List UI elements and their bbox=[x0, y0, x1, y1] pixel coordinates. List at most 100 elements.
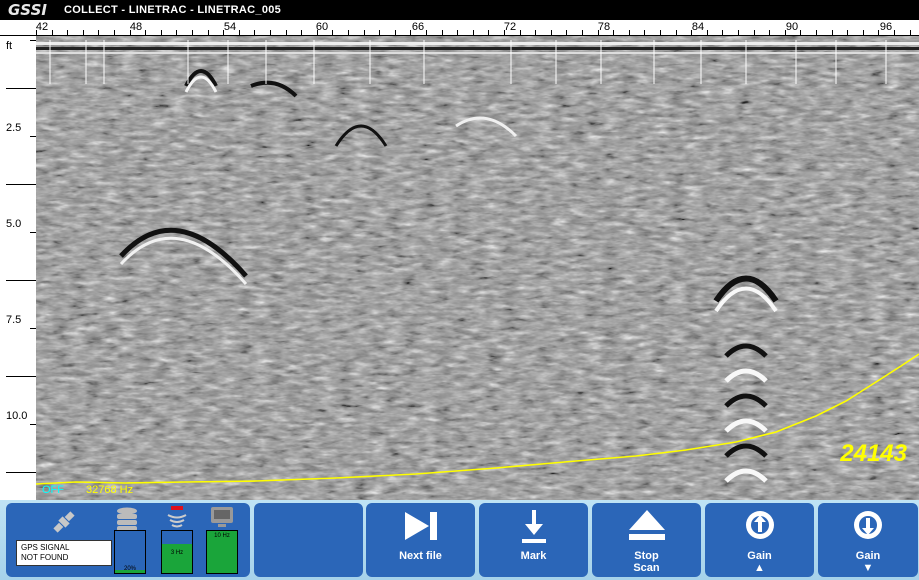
ruler-label-48: 48 bbox=[129, 21, 143, 33]
gain-down-icon bbox=[854, 511, 882, 539]
storage-meter: 20% bbox=[114, 530, 146, 574]
depth-tick bbox=[6, 376, 36, 377]
ruler-label-42: 42 bbox=[35, 21, 49, 33]
ruler-tick bbox=[722, 30, 723, 35]
ruler-tick bbox=[52, 30, 53, 35]
signal-meter-fill bbox=[162, 544, 192, 573]
gain-down-arrow: ▼ bbox=[862, 562, 874, 574]
radargram-texture bbox=[36, 36, 919, 500]
mark-button[interactable]: Mark bbox=[479, 503, 588, 577]
ruler-tick bbox=[894, 30, 895, 35]
ruler-tick bbox=[208, 30, 209, 35]
ruler-tick bbox=[613, 30, 614, 35]
ruler-tick bbox=[691, 30, 692, 35]
ruler-tick bbox=[488, 30, 489, 35]
ruler-tick bbox=[317, 30, 318, 35]
stop-scan-button[interactable]: Stop Scan bbox=[592, 503, 701, 577]
ruler-tick bbox=[676, 30, 677, 35]
empty-button-slot bbox=[254, 503, 363, 577]
ruler-label-90: 90 bbox=[785, 21, 799, 33]
ruler-tick bbox=[832, 30, 833, 35]
ruler-tick bbox=[254, 30, 255, 35]
ruler-tick bbox=[270, 30, 271, 35]
ruler-tick bbox=[98, 30, 99, 35]
stop-scan-label-line1: Stop bbox=[634, 550, 659, 562]
ruler-tick bbox=[348, 30, 349, 35]
ruler-tick bbox=[410, 30, 411, 35]
antenna-signal-icon bbox=[167, 506, 187, 528]
radargram-view[interactable] bbox=[36, 36, 919, 500]
skip-next-icon bbox=[404, 512, 437, 540]
scan-count: 24143 bbox=[840, 440, 907, 467]
gain-down-label: Gain bbox=[855, 550, 881, 562]
eject-icon bbox=[628, 510, 665, 540]
ruler-label-66: 66 bbox=[411, 21, 425, 33]
gps-message-line1: GPS SIGNAL bbox=[21, 543, 70, 552]
ruler-tick bbox=[83, 30, 84, 35]
ruler-tick bbox=[910, 30, 911, 35]
ruler-tick bbox=[816, 30, 817, 35]
signal-meter-text: 3 Hz bbox=[170, 550, 184, 556]
depth-tick bbox=[6, 184, 36, 185]
depth-label-10.0: 10.0 bbox=[6, 410, 28, 422]
ruler-tick bbox=[395, 30, 396, 35]
ruler-tick bbox=[644, 30, 645, 35]
depth-label-5.0: 5.0 bbox=[6, 218, 22, 230]
ruler-tick bbox=[301, 30, 302, 35]
depth-tick bbox=[6, 472, 36, 473]
ruler-tick bbox=[239, 30, 240, 35]
ruler-tick bbox=[660, 30, 661, 35]
ruler-tick bbox=[332, 30, 333, 35]
ruler-tick bbox=[223, 30, 224, 35]
ruler-tick bbox=[442, 30, 443, 35]
ruler-tick bbox=[176, 30, 177, 35]
ruler-label-72: 72 bbox=[503, 21, 517, 33]
signal-meter: 3 Hz bbox=[161, 530, 193, 574]
ruler-tick bbox=[379, 30, 380, 35]
battery-meter-text: 10 Hz bbox=[214, 533, 230, 539]
ruler-tick bbox=[878, 30, 879, 35]
gain-down-button[interactable]: Gain ▼ bbox=[818, 503, 918, 577]
battery-icon bbox=[211, 507, 233, 527]
ruler-tick bbox=[551, 30, 552, 35]
ruler-tick bbox=[598, 30, 599, 35]
ruler-label-78: 78 bbox=[597, 21, 611, 33]
ruler-tick bbox=[130, 30, 131, 35]
ruler-label-54: 54 bbox=[223, 21, 237, 33]
distance-ruler: 42 48 54 60 66 72 78 84 90 96 bbox=[0, 20, 919, 36]
depth-tick bbox=[6, 280, 36, 281]
gain-up-icon bbox=[745, 511, 774, 539]
gps-message-box: GPS SIGNAL NOT FOUND bbox=[16, 540, 112, 566]
depth-axis: ft 2.5 5.0 7.5 10.0 bbox=[0, 36, 36, 500]
ruler-tick bbox=[36, 30, 37, 35]
ruler-tick bbox=[629, 30, 630, 35]
bottom-toolbar: GPS SIGNAL NOT FOUND 20% 3 Hz 10 Hz Next… bbox=[0, 500, 919, 580]
depth-unit-label: ft bbox=[6, 40, 13, 52]
satellite-icon bbox=[53, 511, 75, 533]
gain-up-arrow: ▲ bbox=[754, 562, 765, 574]
ruler-label-96: 96 bbox=[879, 21, 893, 33]
battery-meter: 10 Hz bbox=[206, 530, 238, 574]
storage-meter-text: 20% bbox=[123, 566, 136, 572]
gain-up-button[interactable]: Gain ▲ bbox=[705, 503, 814, 577]
status-panel: GPS SIGNAL NOT FOUND 20% 3 Hz 10 Hz bbox=[6, 503, 250, 577]
ruler-tick bbox=[535, 30, 536, 35]
gssi-logo: GSSI bbox=[8, 1, 47, 19]
title-bar: GSSI COLLECT - LINETRAC - LINETRAC_005 bbox=[0, 0, 919, 20]
ruler-tick bbox=[473, 30, 474, 35]
ruler-tick bbox=[192, 30, 193, 35]
gain-up-label: Gain bbox=[747, 550, 772, 562]
ruler-tick bbox=[161, 30, 162, 35]
ruler-tick bbox=[520, 30, 521, 35]
gps-status-off: OFF bbox=[42, 484, 64, 496]
next-file-button[interactable]: Next file bbox=[366, 503, 475, 577]
ruler-tick bbox=[800, 30, 801, 35]
ruler-tick bbox=[582, 30, 583, 35]
ruler-tick bbox=[67, 30, 68, 35]
ruler-tick bbox=[707, 30, 708, 35]
mark-label: Mark bbox=[520, 550, 547, 562]
ruler-tick bbox=[364, 30, 365, 35]
ruler-tick bbox=[754, 30, 755, 35]
ruler-tick bbox=[145, 30, 146, 35]
ruler-tick bbox=[566, 30, 567, 35]
